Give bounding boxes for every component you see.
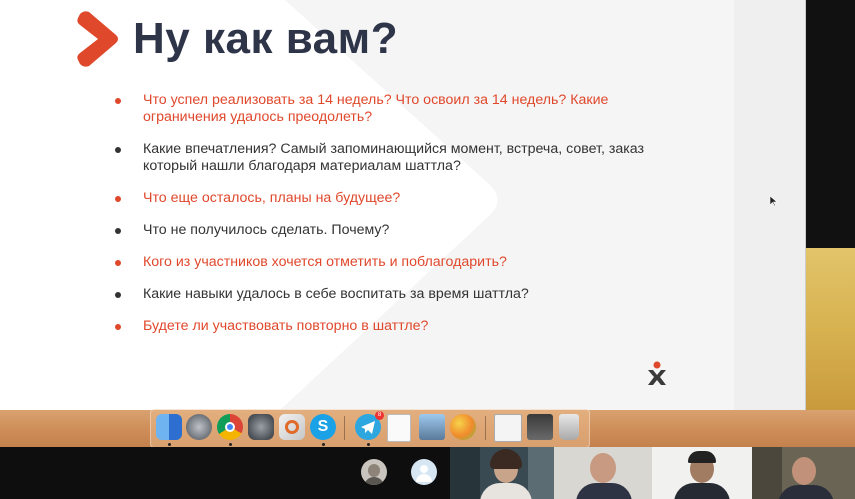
question-text: Кого из участников хочется отметить и по… <box>143 254 507 270</box>
participant-video-1[interactable] <box>450 447 554 499</box>
launchpad-icon[interactable] <box>186 414 212 440</box>
question-text: Будете ли участвовать повторно в шаттле? <box>143 318 429 334</box>
skype-icon[interactable]: S <box>310 414 336 440</box>
running-indicator <box>229 443 232 446</box>
participant-video-4[interactable] <box>752 447 855 499</box>
chrome-icon[interactable] <box>217 414 243 440</box>
question-text: Какие навыки удалось в себе воспитать за… <box>143 286 529 302</box>
bullet-dot <box>115 260 121 266</box>
finder-icon[interactable] <box>156 414 182 440</box>
system-preferences-icon[interactable] <box>248 414 274 440</box>
desktop-background-right <box>806 0 855 410</box>
question-text: Что не получилось сделать. Почему? <box>143 222 390 238</box>
mouse-cursor-icon <box>770 196 778 206</box>
minimized-window-icon[interactable] <box>527 414 553 440</box>
trash-icon[interactable] <box>559 414 579 440</box>
running-indicator <box>168 443 171 446</box>
bullet-dot <box>115 324 121 330</box>
participant-avatar-photo[interactable] <box>361 459 387 485</box>
running-indicator <box>322 443 325 446</box>
dock-separator <box>485 416 486 440</box>
question-item: Какие впечатления? Самый запоминающийся … <box>112 141 672 175</box>
participant-avatar-placeholder[interactable] <box>411 459 437 485</box>
window-edge <box>805 0 806 410</box>
question-item: Что еще осталось, планы на будущее? <box>112 190 672 207</box>
participant-video-3[interactable] <box>652 447 752 499</box>
bullet-dot <box>115 228 121 234</box>
bullet-dot <box>115 98 121 104</box>
bullet-dot <box>115 292 121 298</box>
question-item: Какие навыки удалось в себе воспитать за… <box>112 286 672 303</box>
document-icon[interactable] <box>387 414 411 442</box>
slide-title: Ну как вам? <box>133 14 399 63</box>
presentation-slide: Ну как вам? Что успел реализовать за 14 … <box>0 0 734 410</box>
telegram-icon[interactable]: 8 <box>355 411 384 440</box>
preview-icon[interactable] <box>419 414 445 440</box>
bullet-dot <box>115 196 121 202</box>
question-text: Какие впечатления? Самый запоминающийся … <box>143 141 644 174</box>
question-list: Что успел реализовать за 14 недель? Что … <box>112 92 672 350</box>
utility-app-icon[interactable] <box>279 414 305 440</box>
brand-chevron-icon <box>77 11 118 67</box>
question-text: Что успел реализовать за 14 недель? Что … <box>143 92 609 125</box>
running-indicator <box>367 443 370 446</box>
macos-dock: S 8 <box>150 409 590 448</box>
question-item: Что успел реализовать за 14 недель? Что … <box>112 92 672 126</box>
participant-video-2[interactable] <box>554 447 652 499</box>
question-item: Будете ли участвовать повторно в шаттле? <box>112 318 672 335</box>
question-item: Кого из участников хочется отметить и по… <box>112 254 672 271</box>
brand-cross-logo-icon <box>648 361 666 385</box>
question-text: Что еще осталось, планы на будущее? <box>143 190 401 206</box>
notification-badge: 8 <box>375 411 384 420</box>
bullet-dot <box>115 147 121 153</box>
recent-document-icon[interactable] <box>494 414 522 442</box>
desktop-wallpaper-beam <box>806 248 855 410</box>
question-item: Что не получилось сделать. Почему? <box>112 222 672 239</box>
dock-separator <box>344 416 345 440</box>
color-app-icon[interactable] <box>450 414 476 440</box>
